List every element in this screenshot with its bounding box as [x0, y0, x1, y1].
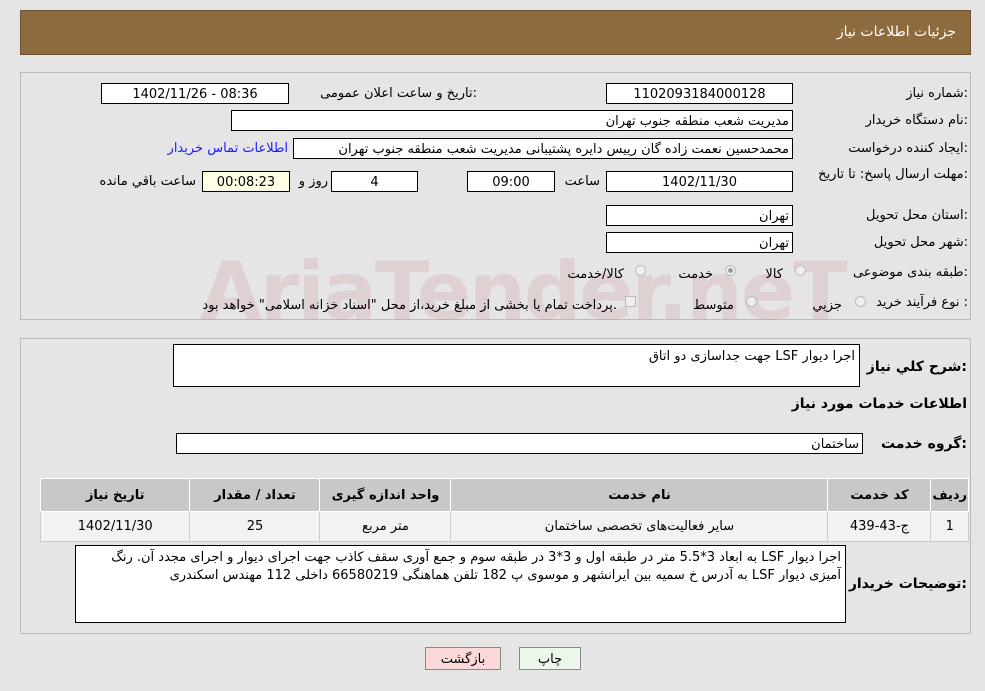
page-header: جزئیات اطلاعات نیاز	[20, 10, 971, 55]
payment-note: پرداخت تمام یا بخشی از مبلغ خرید،از محل …	[202, 298, 617, 313]
province-field[interactable]: تهران	[606, 205, 793, 226]
services-table: ردیف کد خدمت نام خدمت واحد اندازه گیری ت…	[39, 478, 969, 542]
print-button[interactable]: چاپ	[519, 647, 581, 670]
col-name: نام خدمت	[450, 478, 829, 512]
col-unit: واحد اندازه گیری	[319, 478, 452, 512]
deadline-time-field[interactable]: 09:00	[467, 171, 555, 192]
contact-info-link[interactable]: اطلاعات تماس خریدار	[168, 141, 288, 156]
back-button[interactable]: بازگشت	[425, 647, 501, 670]
category-option-goods-service: کالا/خدمت	[567, 267, 624, 282]
category-radio-goods[interactable]	[795, 265, 806, 276]
cell-row: 1	[930, 511, 969, 542]
category-label: طبقه بندی موضوعی:	[852, 265, 968, 280]
deadline-label: مهلت ارسال پاسخ: تا تاریخ:	[818, 167, 968, 182]
days-field[interactable]: 4	[331, 171, 418, 192]
cell-qty: 25	[189, 511, 321, 542]
col-code: کد خدمت	[827, 478, 932, 512]
city-label: شهر محل تحویل:	[873, 235, 968, 250]
summary-textarea[interactable]: اجرا دیوار LSF جهت جداسازی دو اتاق	[173, 344, 860, 387]
buyer-notes-textarea[interactable]: اجرا دیوار LSF به ابعاد 3*5.5 متر در طبق…	[75, 545, 846, 623]
process-option-minor: جزيي	[812, 298, 842, 313]
process-radio-minor[interactable]	[855, 296, 866, 307]
services-title: اطلاعات خدمات مورد نیاز	[791, 396, 967, 412]
category-option-goods: کالا	[765, 267, 783, 282]
cell-name: سایر فعالیت‌های تخصصی ساختمان	[450, 511, 829, 542]
buyer-org-label: نام دستگاه خریدار:	[865, 113, 968, 128]
category-radio-service[interactable]	[725, 265, 736, 276]
announce-field[interactable]: 1402/11/26 - 08:36	[101, 83, 289, 104]
service-group-field[interactable]: ساختمان	[176, 433, 863, 454]
process-option-medium: متوسط	[693, 298, 734, 313]
col-row: ردیف	[930, 478, 969, 512]
need-number-label: شماره نیاز:	[906, 86, 968, 101]
col-qty: تعداد / مقدار	[189, 478, 321, 512]
remaining-time-field: 00:08:23	[202, 171, 290, 192]
province-label: استان محل تحویل:	[866, 208, 968, 223]
announce-label: تاریخ و ساعت اعلان عمومی:	[320, 86, 477, 101]
page-title: جزئیات اطلاعات نیاز	[836, 24, 956, 40]
service-group-label: گروه خدمت:	[881, 436, 967, 452]
cell-code: ج-43-439	[827, 511, 932, 542]
cell-unit: متر مربع	[319, 511, 452, 542]
creator-field[interactable]: محمدحسین نعمت زاده گان رییس دایره پشتیبا…	[293, 138, 793, 159]
creator-label: ایجاد کننده درخواست:	[848, 141, 968, 156]
process-label: نوع فرآیند خرید :	[876, 295, 968, 310]
summary-label: شرح کلي نياز:	[866, 359, 967, 375]
category-option-service: خدمت	[678, 267, 713, 282]
col-date: تاریخ نیاز	[39, 478, 191, 512]
process-radio-medium[interactable]	[746, 296, 757, 307]
watermark-logo: AriaTender.neT	[200, 245, 848, 338]
remaining-label: ساعت باقي مانده	[99, 174, 196, 189]
buyer-notes-label: توضیحات خریدار:	[848, 576, 967, 592]
table-header-row: ردیف کد خدمت نام خدمت واحد اندازه گیری ت…	[39, 478, 969, 512]
buyer-org-field[interactable]: مدیریت شعب منطقه جنوب تهران	[231, 110, 793, 131]
table-row: 1 ج-43-439 سایر فعالیت‌های تخصصی ساختمان…	[39, 511, 969, 542]
treasury-payment-checkbox[interactable]	[625, 296, 636, 307]
category-radio-goods-service[interactable]	[635, 265, 646, 276]
days-label: روز و	[298, 174, 328, 189]
need-number-field[interactable]: 1102093184000128	[606, 83, 793, 104]
deadline-date-field[interactable]: 1402/11/30	[606, 171, 793, 192]
cell-date: 1402/11/30	[39, 511, 191, 542]
city-field[interactable]: تهران	[606, 232, 793, 253]
time-label: ساعت	[564, 174, 600, 189]
